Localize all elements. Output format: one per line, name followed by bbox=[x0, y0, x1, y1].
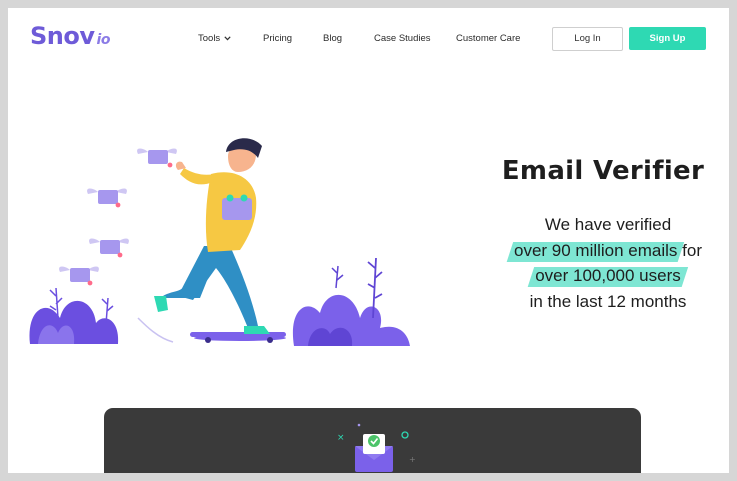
page-title: Email Verifier bbox=[501, 156, 705, 186]
hero-description: We have verified over 90 million emails … bbox=[493, 212, 723, 314]
nav-tools[interactable]: Tools bbox=[198, 33, 231, 44]
signup-button[interactable]: Sign Up bbox=[629, 27, 706, 50]
plant-right-illustration bbox=[292, 257, 410, 346]
nav-case-studies[interactable]: Case Studies bbox=[374, 33, 431, 44]
hero-line-1: We have verified bbox=[544, 215, 672, 234]
hero-line-4: in the last 12 months bbox=[529, 291, 687, 311]
svg-text:+: + bbox=[409, 455, 416, 464]
login-button[interactable]: Log In bbox=[552, 27, 623, 51]
nav-customer-care[interactable]: Customer Care bbox=[456, 33, 520, 44]
nav-blog[interactable]: Blog bbox=[323, 33, 342, 44]
hero-line-3: over 100,000 users bbox=[493, 263, 723, 289]
page: Snov io Tools Pricing Blog Case Studies C… bbox=[8, 8, 729, 473]
hero-illustration bbox=[29, 138, 410, 346]
svg-text:×: × bbox=[337, 433, 345, 443]
chevron-down-icon bbox=[224, 34, 231, 43]
logo[interactable]: Snov io bbox=[30, 22, 110, 50]
nav-pricing[interactable]: Pricing bbox=[263, 33, 292, 44]
flying-envelope-illustration bbox=[59, 148, 177, 286]
plant-left-illustration bbox=[29, 287, 119, 344]
mail-check-icon: × + bbox=[337, 423, 416, 472]
logo-suffix: io bbox=[96, 32, 111, 48]
site-header: Snov io Tools Pricing Blog Case Studies C… bbox=[8, 8, 729, 70]
skater-illustration bbox=[137, 138, 286, 343]
highlight-emails: over 90 million emails bbox=[514, 238, 677, 264]
verifier-card: × + bbox=[104, 408, 641, 473]
nav-tools-label: Tools bbox=[198, 33, 221, 44]
hero-line-2: over 90 million emails for bbox=[493, 238, 723, 264]
highlight-users: over 100,000 users bbox=[535, 263, 681, 289]
logo-text: Snov bbox=[30, 22, 95, 50]
